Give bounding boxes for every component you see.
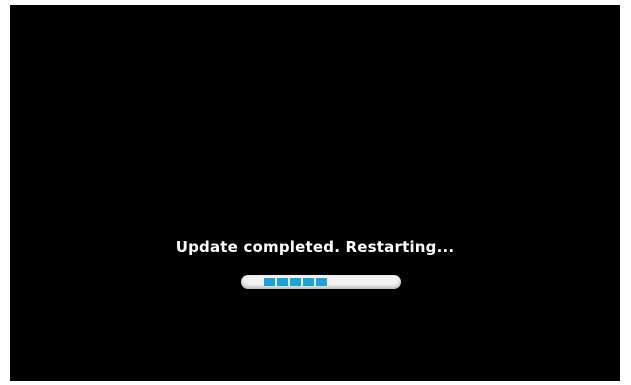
progress-segment (303, 278, 314, 286)
status-message: Update completed. Restarting... (175, 238, 455, 256)
progress-segment (264, 278, 275, 286)
progress-segment (316, 278, 327, 286)
progress-segment (290, 278, 301, 286)
progress-segment (277, 278, 288, 286)
update-screen: Update completed. Restarting... (10, 5, 620, 381)
progress-bar (241, 275, 401, 289)
progress-segments (264, 278, 327, 286)
